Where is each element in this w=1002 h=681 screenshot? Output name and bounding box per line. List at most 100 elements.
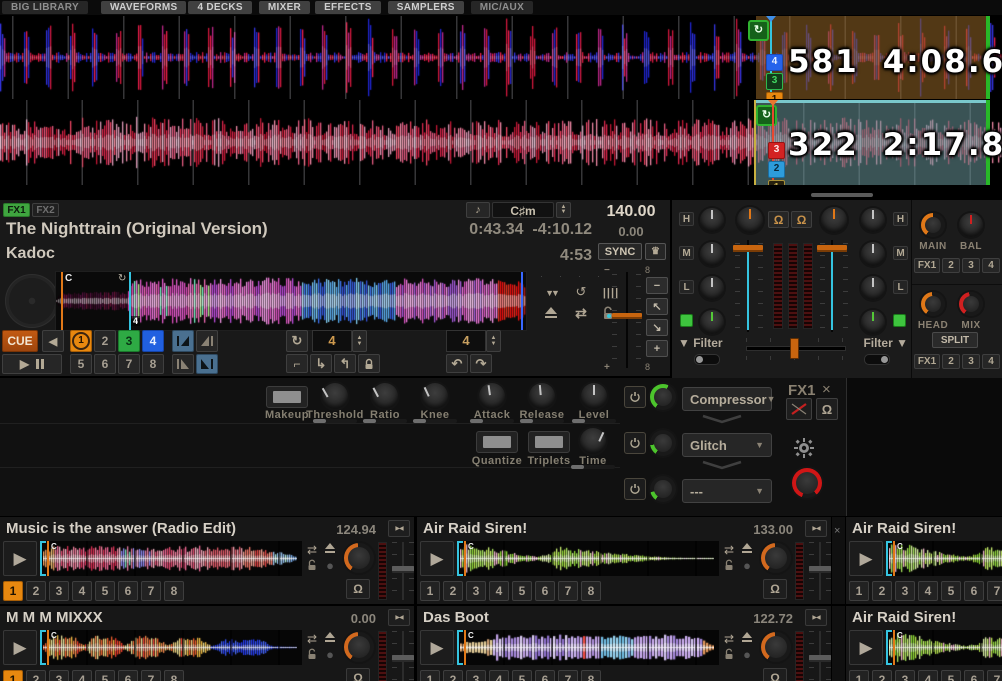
fx-assign-button-3[interactable]: 3 (962, 258, 980, 273)
sampler-eject-icon[interactable] (322, 632, 338, 646)
sampler-3-hotcue-8[interactable]: 8 (164, 670, 184, 681)
fx-slot-1-select[interactable]: Compressor▼ (682, 387, 772, 411)
loop-lock-button[interactable] (358, 354, 380, 373)
sampler-5-hotcue-6[interactable]: 6 (964, 670, 984, 681)
intro-start-button[interactable] (172, 330, 194, 352)
sampler-3-hotcue-5[interactable]: 5 (95, 670, 115, 681)
level-knob[interactable] (581, 383, 607, 409)
fx-assign-button-3[interactable]: 3 (962, 354, 980, 369)
beatgrid-icon[interactable]: |||| (598, 285, 624, 301)
topbar-tab-4-decks[interactable]: 4 DECKS (188, 1, 251, 14)
gain-knob-b[interactable] (821, 207, 847, 233)
sampler-4-hotcue-3[interactable]: 3 (466, 670, 486, 681)
knee-knob[interactable] (422, 383, 448, 409)
sampler-1-hotcue-4[interactable]: 4 (489, 581, 509, 601)
sampler-volume-fader[interactable] (392, 631, 414, 681)
fx-slot-2-amount-knob[interactable] (650, 430, 676, 456)
sampler-repeat-icon[interactable]: ⇄ (721, 543, 737, 557)
sampler-gain-knob[interactable] (761, 632, 791, 662)
sampler-1-hotcue-7[interactable]: 7 (558, 581, 578, 601)
attack-knob[interactable] (479, 383, 505, 409)
fx-assign-button-2[interactable]: 2 (942, 258, 960, 273)
eject-icon[interactable] (538, 306, 564, 322)
topbar-tab-waveforms[interactable]: WAVEFORMS (101, 1, 187, 14)
sampler-3-hotcue-7[interactable]: 7 (141, 670, 161, 681)
sampler-0-hotcue-5[interactable]: 5 (95, 581, 115, 601)
sampler-fader-handle[interactable] (392, 655, 414, 662)
fx-settings-gear-icon[interactable] (794, 438, 814, 463)
spinner-down-icon[interactable]: ▼ (561, 210, 567, 215)
fx-slot-1-power-button[interactable] (624, 386, 646, 408)
sampler-4-hotcue-5[interactable]: 5 (512, 670, 532, 681)
sampler-5-hotcue-2[interactable]: 2 (872, 670, 892, 681)
triplets-button[interactable] (528, 431, 570, 453)
sampler-play-button[interactable]: ▶ (3, 630, 37, 665)
sampler-volume-fader[interactable] (809, 542, 831, 600)
bpm-display[interactable]: 140.00 (594, 203, 668, 221)
sampler-4-hotcue-8[interactable]: 8 (581, 670, 601, 681)
pitch-fader-handle[interactable] (612, 313, 642, 319)
sampler-3-hotcue-4[interactable]: 4 (72, 670, 92, 681)
loop-size-display[interactable]: 4 (312, 330, 352, 352)
play-pause-button[interactable]: ▶ (2, 354, 62, 374)
jog-wheel[interactable] (5, 274, 59, 328)
balance-knob[interactable] (959, 213, 983, 237)
fx-slot-3-select[interactable]: ---▼ (682, 479, 772, 503)
filter-toggle-a[interactable] (694, 354, 720, 365)
strip-close-icon[interactable]: × (834, 525, 840, 537)
headphone-cue-b-button[interactable]: Ω (791, 211, 812, 228)
sampler-0-hotcue-4[interactable]: 4 (72, 581, 92, 601)
sampler-repeat-icon[interactable]: ⇄ (304, 632, 320, 646)
key-spinner[interactable]: ▲▼ (556, 202, 571, 218)
outro-start-button[interactable] (172, 354, 194, 374)
slip-mode-icon[interactable]: ▼▼ (538, 285, 564, 301)
deck-overview-waveform[interactable]: C ↻ 4 (55, 271, 527, 331)
crossfader-handle[interactable] (790, 338, 799, 359)
skip-back-button[interactable]: ◀ (42, 330, 64, 352)
sampler-1-hotcue-3[interactable]: 3 (466, 581, 486, 601)
beatjump-spinner[interactable]: ▲▼ (486, 330, 501, 352)
eq-high-knob-b[interactable] (861, 208, 885, 232)
makeup-button[interactable] (266, 386, 308, 408)
deck-fx2-tab[interactable]: FX2 (32, 203, 59, 217)
hotcue-2-button[interactable]: 2 (94, 330, 116, 352)
filter-selector-b[interactable]: Filter ▼ (858, 336, 908, 350)
pitch-display[interactable]: 0.00 (594, 224, 668, 239)
sampler-play-button[interactable]: ▶ (849, 541, 883, 576)
eq-low-knob-b[interactable] (861, 276, 885, 300)
hotcue-7-button[interactable]: 7 (118, 354, 140, 374)
nudge-up-left-button[interactable]: ↖ (646, 298, 668, 315)
topbar-tab-mixer[interactable]: MIXER (259, 1, 310, 14)
sampler-headphone-button[interactable]: Ω (763, 668, 787, 681)
sampler-2-hotcue-4[interactable]: 4 (918, 581, 938, 601)
filter-knob-a[interactable] (700, 310, 724, 334)
sampler-5-hotcue-1[interactable]: 1 (849, 670, 869, 681)
hotcue-5-button[interactable]: 5 (70, 354, 92, 374)
overview-canvas[interactable] (56, 273, 526, 329)
eq-high-knob-a[interactable] (700, 208, 724, 232)
sampler-2-hotcue-3[interactable]: 3 (895, 581, 915, 601)
repeat-icon[interactable]: ⇄ (568, 305, 594, 321)
sampler-sync-icon[interactable]: ▶◀ (388, 609, 410, 626)
loop-in-button[interactable]: ⌐ (286, 354, 308, 373)
filter-toggle-b[interactable] (864, 354, 890, 365)
pitch-fader-track[interactable] (626, 272, 628, 368)
sampler-2-hotcue-7[interactable]: 7 (987, 581, 1002, 601)
fx-slot-2-select[interactable]: Glitch▼ (682, 433, 772, 457)
hotcue-6-button[interactable]: 6 (94, 354, 116, 374)
fx-slot-3-amount-knob[interactable] (650, 476, 676, 502)
volume-fader-handle-b[interactable] (817, 245, 847, 252)
waveform-hotcue-marker-3[interactable]: 3 (768, 142, 785, 159)
sampler-fader-handle[interactable] (809, 566, 831, 573)
sampler-waveform[interactable]: C (886, 630, 1002, 665)
deck-fx1-tab[interactable]: FX1 (3, 203, 30, 217)
sampler-play-button[interactable]: ▶ (849, 630, 883, 665)
fx-slot-2-power-button[interactable] (624, 432, 646, 454)
headphone-volume-knob[interactable] (921, 292, 945, 316)
topbar-tab-effects[interactable]: EFFECTS (315, 1, 381, 14)
sampler-waveform[interactable]: C (457, 630, 719, 665)
sampler-fader-handle[interactable] (809, 655, 831, 662)
nudge-down-right-button[interactable]: ↘ (646, 319, 668, 336)
topbar-tab-big-library[interactable]: BIG LIBRARY (2, 1, 88, 14)
loop-activate-button[interactable]: ↻ (286, 330, 308, 352)
